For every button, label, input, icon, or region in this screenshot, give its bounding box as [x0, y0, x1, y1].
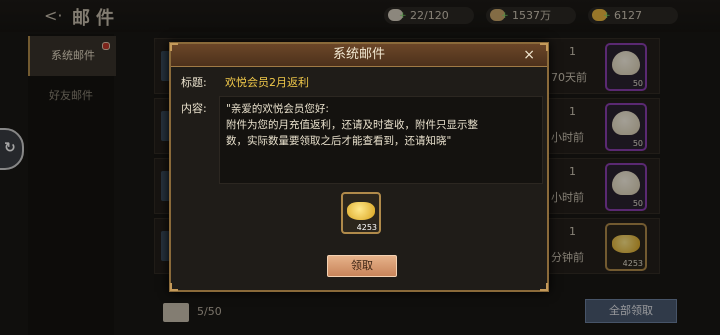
reward-qty: 4253 [356, 223, 377, 232]
corner-ornament [170, 43, 178, 51]
corner-ornament [540, 283, 548, 291]
close-icon[interactable]: × [523, 44, 535, 66]
mail-detail-dialog: 系统邮件 × 标题: 欢悦会员2月返利 内容: "亲爱的欢悦会员您好: 附件为您… [169, 42, 549, 292]
subject-label: 标题: [181, 76, 207, 89]
content-line: 数，实际数量要领取之后才能查看到，还请知晓" [226, 135, 452, 147]
content-line: 附件为您的月充值返利，还请及时查收，附件只显示整 [226, 119, 478, 131]
gold-ingot-icon [347, 202, 375, 220]
reward-slot[interactable]: 4253 [341, 192, 381, 234]
dialog-title: 系统邮件 [332, 47, 385, 62]
dialog-header: 系统邮件 × [171, 44, 547, 67]
claim-button[interactable]: 领取 [327, 255, 397, 277]
mail-subject: 欢悦会员2月返利 [225, 76, 309, 89]
mail-content: "亲爱的欢悦会员您好: 附件为您的月充值返利，还请及时查收，附件只显示整 数，实… [219, 96, 543, 184]
corner-ornament [170, 283, 178, 291]
content-label: 内容: [181, 102, 207, 115]
corner-ornament [540, 43, 548, 51]
content-line: "亲爱的欢悦会员您好: [226, 103, 329, 115]
